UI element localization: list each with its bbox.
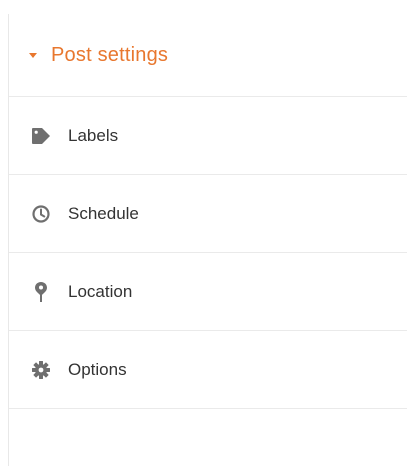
settings-item-label: Location: [68, 281, 133, 301]
map-pin-icon: [30, 281, 52, 303]
post-settings-title: Post settings: [51, 43, 169, 66]
post-settings-panel: Post settings Labels Schedule Location O…: [8, 14, 407, 466]
clock-icon: [30, 203, 52, 225]
settings-item-labels[interactable]: Labels: [9, 97, 407, 175]
settings-item-label: Schedule: [68, 203, 139, 223]
tag-icon: [30, 125, 52, 147]
settings-item-label: Options: [68, 359, 127, 379]
settings-item-location[interactable]: Location: [9, 253, 407, 331]
caret-down-icon: [29, 53, 37, 58]
settings-item-label: Labels: [68, 125, 119, 145]
gear-icon: [30, 359, 52, 381]
settings-item-options[interactable]: Options: [9, 331, 407, 409]
post-settings-header[interactable]: Post settings: [9, 14, 407, 97]
settings-item-schedule[interactable]: Schedule: [9, 175, 407, 253]
